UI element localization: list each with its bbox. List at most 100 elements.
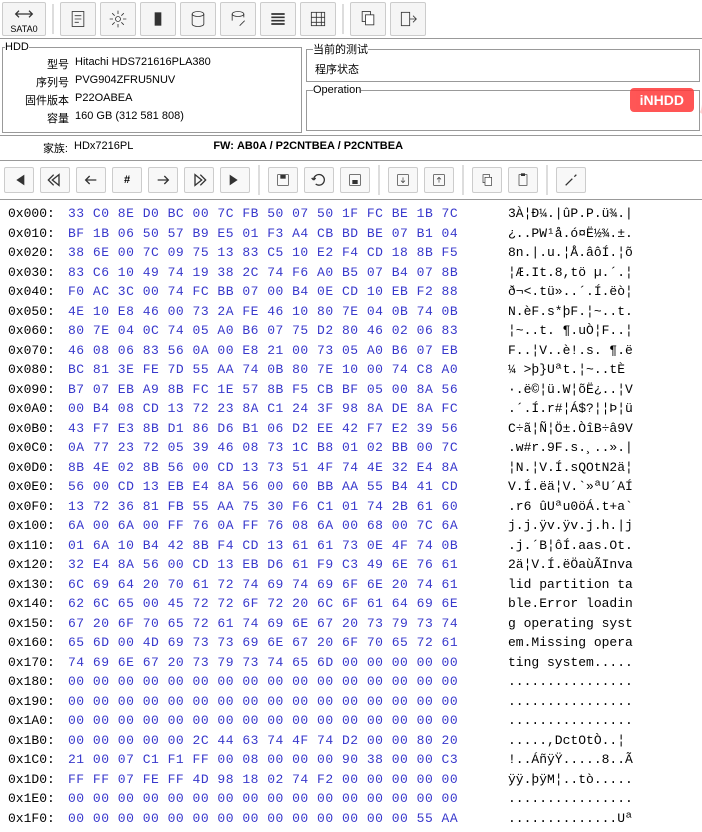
hex-row[interactable]: 0x090:B7 07 EB A9 8B FC 1E 57 8B F5 CB B… [8,380,694,400]
hex-row[interactable]: 0x180:00 00 00 00 00 00 00 00 00 00 00 0… [8,672,694,692]
hex-row[interactable]: 0x000:33 C0 8E D0 BC 00 7C FB 50 07 50 1… [8,204,694,224]
forward-button[interactable] [148,167,178,193]
hex-ascii[interactable]: g operating syst [508,614,633,634]
hex-row[interactable]: 0x1C0:21 00 07 C1 F1 FF 00 08 00 00 00 9… [8,750,694,770]
hex-ascii[interactable]: .....,DctOtÒ..¦ [508,731,633,751]
gear-icon[interactable] [100,2,136,36]
hex-bytes[interactable]: 38 6E 00 7C 09 75 13 83 C5 10 E2 F4 CD 1… [68,243,508,263]
hex-row[interactable]: 0x070:46 08 06 83 56 0A 00 E8 21 00 73 0… [8,341,694,361]
hex-row[interactable]: 0x110:01 6A 10 B4 42 8B F4 CD 13 61 61 7… [8,536,694,556]
db-edit-icon[interactable] [220,2,256,36]
export-button[interactable] [424,167,454,193]
hex-ascii[interactable]: !..ÁñÿŸ.....8..Ã [508,750,633,770]
hex-row[interactable]: 0x190:00 00 00 00 00 00 00 00 00 00 00 0… [8,692,694,712]
hex-ascii[interactable]: V.Í.ëä¦V.`»ªU´AÍ [508,477,633,497]
sata-button[interactable]: SATA0 [2,2,46,36]
hex-bytes[interactable]: 33 C0 8E D0 BC 00 7C FB 50 07 50 1F FC B… [68,204,508,224]
hex-ascii[interactable]: 8n.|.u.¦Å.âôÍ.¦õ [508,243,633,263]
hex-bytes[interactable]: FF FF 07 FE FF 4D 98 18 02 74 F2 00 00 0… [68,770,508,790]
hex-row[interactable]: 0x0B0:43 F7 E3 8B D1 86 D6 B1 06 D2 EE 4… [8,419,694,439]
hex-row[interactable]: 0x1F0:00 00 00 00 00 00 00 00 00 00 00 0… [8,809,694,829]
hex-bytes[interactable]: B7 07 EB A9 8B FC 1E 57 8B F5 CB BF 05 0… [68,380,508,400]
hex-row[interactable]: 0x1E0:00 00 00 00 00 00 00 00 00 00 00 0… [8,789,694,809]
paste-button[interactable] [508,167,538,193]
hex-row[interactable]: 0x040:F0 AC 3C 00 74 FC BB 07 00 B4 0E C… [8,282,694,302]
hex-bytes[interactable]: F0 AC 3C 00 74 FC BB 07 00 B4 0E CD 10 E… [68,282,508,302]
hex-row[interactable]: 0x050:4E 10 E8 46 00 73 2A FE 46 10 80 7… [8,302,694,322]
hex-row[interactable]: 0x0C0:0A 77 23 72 05 39 46 08 73 1C B8 0… [8,438,694,458]
hex-bytes[interactable]: 00 00 00 00 00 00 00 00 00 00 00 00 00 0… [68,672,508,692]
db-icon[interactable] [180,2,216,36]
hex-row[interactable]: 0x0F0:13 72 36 81 FB 55 AA 75 30 F6 C1 0… [8,497,694,517]
hex-row[interactable]: 0x1A0:00 00 00 00 00 00 00 00 00 00 00 0… [8,711,694,731]
hex-row[interactable]: 0x0A0:00 B4 08 CD 13 72 23 8A C1 24 3F 9… [8,399,694,419]
hex-ascii[interactable]: ¿..PW¹å.ó¤Ë½¾.±. [508,224,633,244]
bars-icon[interactable] [260,2,296,36]
hex-ascii[interactable]: ð¬<.tü»..´.Í.ëò¦ [508,282,633,302]
chip-icon[interactable] [140,2,176,36]
doc-icon[interactable] [60,2,96,36]
hex-bytes[interactable]: 65 6D 00 4D 69 73 73 69 6E 67 20 6F 70 6… [68,633,508,653]
hex-bytes[interactable]: BF 1B 06 50 57 B9 E5 01 F3 A4 CB BD BE 0… [68,224,508,244]
hex-bytes[interactable]: 46 08 06 83 56 0A 00 E8 21 00 73 05 A0 B… [68,341,508,361]
import-button[interactable] [388,167,418,193]
hex-bytes[interactable]: 6A 00 6A 00 FF 76 0A FF 76 08 6A 00 68 0… [68,516,508,536]
hex-row[interactable]: 0x020:38 6E 00 7C 09 75 13 83 C5 10 E2 F… [8,243,694,263]
hex-ascii[interactable]: ................ [508,692,633,712]
hex-bytes[interactable]: 4E 10 E8 46 00 73 2A FE 46 10 80 7E 04 0… [68,302,508,322]
hex-bytes[interactable]: 80 7E 04 0C 74 05 A0 B6 07 75 D2 80 46 0… [68,321,508,341]
hex-bytes[interactable]: 00 00 00 00 00 00 00 00 00 00 00 00 00 0… [68,789,508,809]
hex-row[interactable]: 0x150:67 20 6F 70 65 72 61 74 69 6E 67 2… [8,614,694,634]
hex-ascii[interactable]: lid partition ta [508,575,633,595]
hex-row[interactable]: 0x080:BC 81 3E FE 7D 55 AA 74 0B 80 7E 1… [8,360,694,380]
hex-ascii[interactable]: ¦~..t. ¶.uÒ¦F..¦ [508,321,633,341]
save-button[interactable] [268,167,298,193]
hex-bytes[interactable]: 8B 4E 02 8B 56 00 CD 13 73 51 4F 74 4E 3… [68,458,508,478]
copy-hex-button[interactable] [472,167,502,193]
grid-icon[interactable] [300,2,336,36]
hex-row[interactable]: 0x1D0:FF FF 07 FE FF 4D 98 18 02 74 F2 0… [8,770,694,790]
hex-ascii[interactable]: N.èF.s*þF.¦~..t. [508,302,633,322]
hex-row[interactable]: 0x170:74 69 6E 67 20 73 79 73 74 65 6D 0… [8,653,694,673]
hex-ascii[interactable]: ·.ë©¦ü.W¦õË¿..¦V [508,380,633,400]
hex-ascii[interactable]: ................ [508,672,633,692]
hex-bytes[interactable]: 21 00 07 C1 F1 FF 00 08 00 00 00 90 38 0… [68,750,508,770]
hex-bytes[interactable]: 01 6A 10 B4 42 8B F4 CD 13 61 61 73 0E 4… [68,536,508,556]
hex-bytes[interactable]: 00 00 00 00 00 00 00 00 00 00 00 00 00 0… [68,692,508,712]
copy-icon[interactable] [350,2,386,36]
hex-row[interactable]: 0x160:65 6D 00 4D 69 73 73 69 6E 67 20 6… [8,633,694,653]
hex-ascii[interactable]: ÿÿ.þÿM¦..tò..... [508,770,633,790]
hex-ascii[interactable]: j.j.ÿv.ÿv.j.h.|j [508,516,633,536]
hex-ascii[interactable]: ................ [508,789,633,809]
save2-button[interactable] [340,167,370,193]
hex-ascii[interactable]: ting system..... [508,653,633,673]
refresh-button[interactable] [304,167,334,193]
hex-bytes[interactable]: 00 B4 08 CD 13 72 23 8A C1 24 3F 98 8A D… [68,399,508,419]
hex-ascii[interactable]: em.Missing opera [508,633,633,653]
hex-row[interactable]: 0x0E0:56 00 CD 13 EB E4 8A 56 00 60 BB A… [8,477,694,497]
hex-bytes[interactable]: 62 6C 65 00 45 72 72 6F 72 20 6C 6F 61 6… [68,594,508,614]
hex-ascii[interactable]: .j.´B¦ôÍ.aas.Ot. [508,536,633,556]
prev-button[interactable] [40,167,70,193]
hex-bytes[interactable]: BC 81 3E FE 7D 55 AA 74 0B 80 7E 10 00 7… [68,360,508,380]
hex-bytes[interactable]: 00 00 00 00 00 00 00 00 00 00 00 00 00 0… [68,711,508,731]
hex-row[interactable]: 0x1B0:00 00 00 00 00 2C 44 63 74 4F 74 D… [8,731,694,751]
hex-bytes[interactable]: 67 20 6F 70 65 72 61 74 69 6E 67 20 73 7… [68,614,508,634]
hex-ascii[interactable]: C÷ã¦Ñ¦Ö±.ÒîB÷â9V [508,419,633,439]
hex-bytes[interactable]: 56 00 CD 13 EB E4 8A 56 00 60 BB AA 55 B… [68,477,508,497]
hex-row[interactable]: 0x130:6C 69 64 20 70 61 72 74 69 74 69 6… [8,575,694,595]
hex-ascii[interactable]: F..¦V..è!.s. ¶.ë [508,341,633,361]
hex-ascii[interactable]: 3À¦Ð¼.|ûP.P.ü¾.| [508,204,633,224]
hex-ascii[interactable]: .r6 ûUªu0öÁ.t+a` [508,497,633,517]
hex-ascii[interactable]: ..............Uª [508,809,633,829]
hex-ascii[interactable]: .´.Í.r#¦Á$?¦¦Þ¦ü [508,399,633,419]
exit-icon[interactable] [390,2,426,36]
hex-ascii[interactable]: ¦N.¦V.Í.sQOtN2ä¦ [508,458,633,478]
hex-bytes[interactable]: 43 F7 E3 8B D1 86 D6 B1 06 D2 EE 42 F7 E… [68,419,508,439]
tools-button[interactable] [556,167,586,193]
hex-ascii[interactable]: .w#r.9F.s.¸..».| [508,438,633,458]
hex-row[interactable]: 0x030:83 C6 10 49 74 19 38 2C 74 F6 A0 B… [8,263,694,283]
hex-row[interactable]: 0x010:BF 1B 06 50 57 B9 E5 01 F3 A4 CB B… [8,224,694,244]
hex-bytes[interactable]: 74 69 6E 67 20 73 79 73 74 65 6D 00 00 0… [68,653,508,673]
hex-bytes[interactable]: 32 E4 8A 56 00 CD 13 EB D6 61 F9 C3 49 6… [68,555,508,575]
